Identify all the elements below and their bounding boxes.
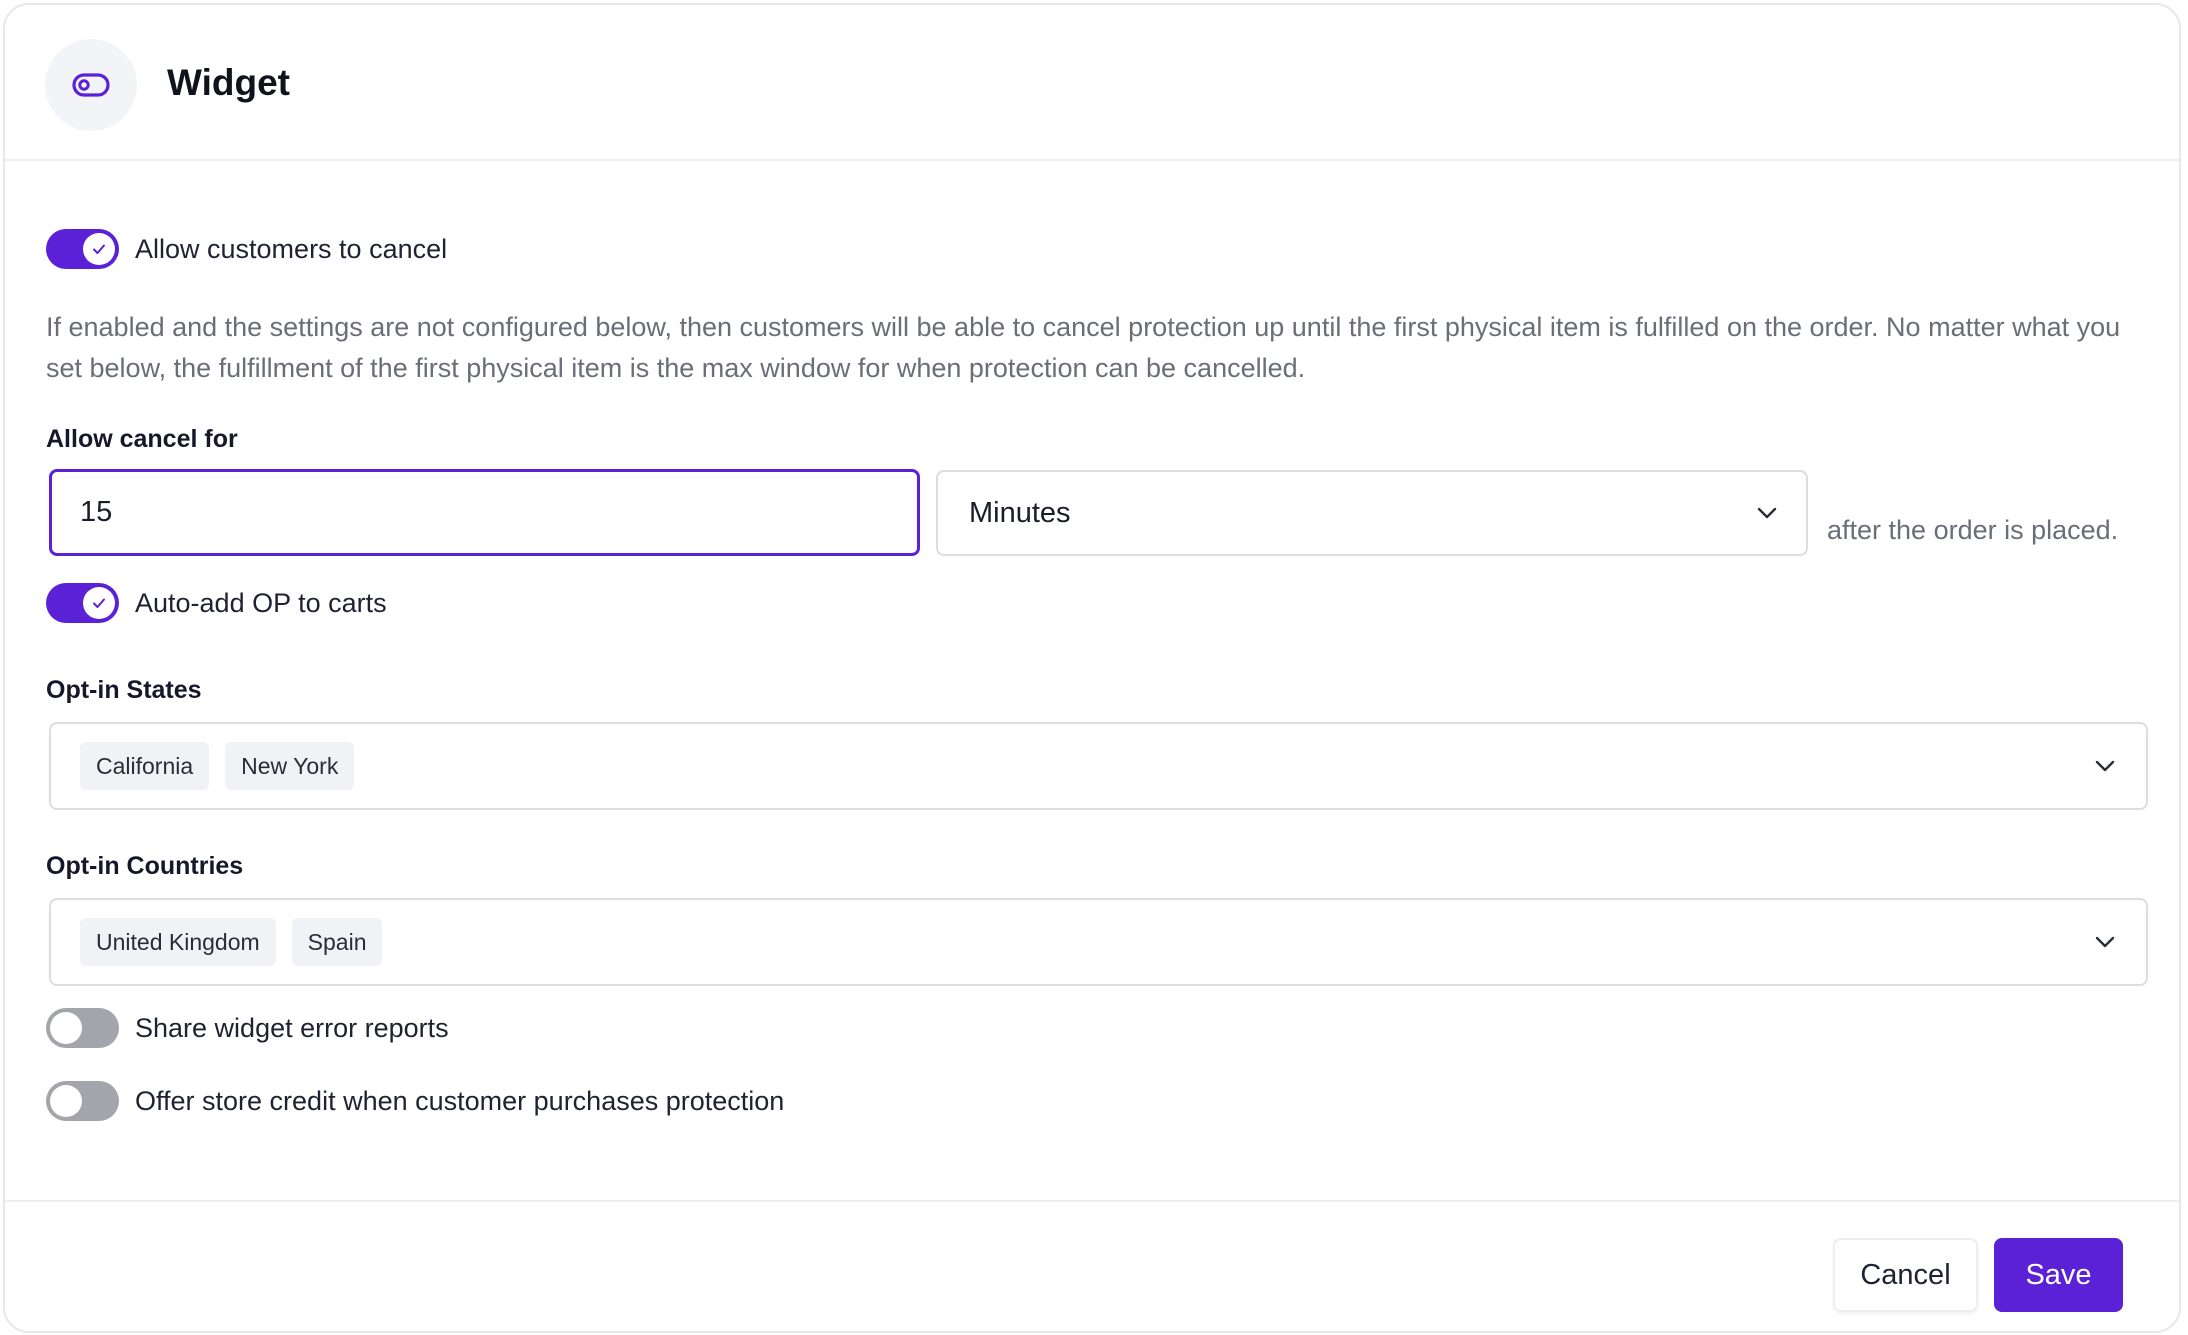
toggle-knob [50,1085,82,1117]
chevron-down-icon [2095,760,2115,772]
page-title: Widget [167,62,290,103]
toggle-knob [83,233,115,265]
share-errors-label: Share widget error reports [135,1013,449,1043]
toggle-knob [83,587,115,619]
allow-cancel-label: Allow customers to cancel [135,234,448,264]
allow-cancel-for-label: Allow cancel for [46,425,238,453]
toggle-knob [50,1012,82,1044]
opt-in-states-select[interactable]: California New York [49,722,2148,810]
store-credit-row: Offer store credit when customer purchas… [46,1079,784,1123]
chevron-down-icon [1757,507,1777,519]
allow-cancel-help-text: If enabled and the settings are not conf… [46,312,2121,383]
country-chip[interactable]: Spain [291,918,383,966]
check-icon [93,598,105,608]
check-icon [93,244,105,254]
opt-in-states-chips: California New York [80,742,2094,790]
store-credit-toggle[interactable] [46,1081,119,1121]
cancel-button[interactable]: Cancel [1833,1238,1978,1312]
state-chip[interactable]: California [80,742,210,790]
allow-cancel-toggle[interactable] [46,229,119,269]
store-credit-label: Offer store credit when customer purchas… [135,1086,785,1116]
widget-settings-card: Widget Allow customers to cancel If enab… [3,3,2181,1333]
share-errors-row: Share widget error reports [46,1006,449,1050]
card-header: Widget [5,5,2179,161]
time-unit-select[interactable]: Minutes [936,470,1808,556]
opt-in-countries-chips: United Kingdom Spain [80,918,2094,966]
opt-in-countries-label: Opt-in Countries [46,852,244,880]
auto-add-label: Auto-add OP to carts [135,588,387,618]
card-footer: Cancel Save [5,1200,2179,1335]
toggle-icon [45,39,137,131]
save-button[interactable]: Save [1994,1238,2123,1312]
auto-add-row: Auto-add OP to carts [46,581,387,625]
allow-cancel-row: Allow customers to cancel [46,227,447,271]
auto-add-toggle[interactable] [46,583,119,623]
opt-in-countries-select[interactable]: United Kingdom Spain [49,898,2148,986]
share-errors-toggle[interactable] [46,1008,119,1048]
time-unit-selected: Minutes [969,496,1071,529]
opt-in-states-label: Opt-in States [46,676,202,704]
allow-cancel-amount-input[interactable] [49,469,920,556]
state-chip[interactable]: New York [225,742,355,790]
allow-cancel-suffix: after the order is placed. [1827,515,2119,545]
chevron-down-icon [2095,936,2115,948]
country-chip[interactable]: United Kingdom [80,918,276,966]
